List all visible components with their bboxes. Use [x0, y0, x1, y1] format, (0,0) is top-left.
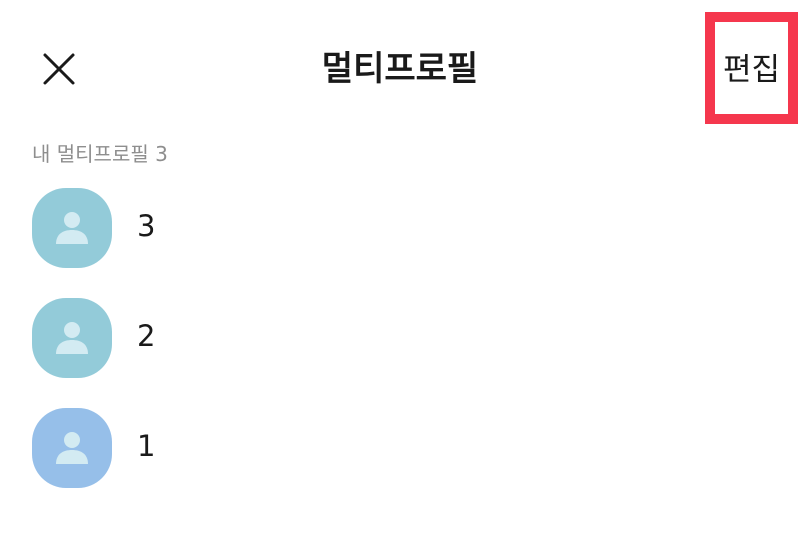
profile-name: 3	[137, 209, 156, 243]
avatar	[32, 188, 112, 268]
section-label: 내 멀티프로필 3	[32, 142, 168, 166]
avatar	[32, 408, 112, 488]
edit-button[interactable]: 편집	[705, 12, 798, 124]
page-title: 멀티프로필	[321, 49, 479, 89]
avatar	[32, 298, 112, 378]
profile-name: 2	[137, 319, 156, 353]
profile-list: 3 2 1	[0, 186, 800, 516]
top-bar: 멀티프로필 편집	[0, 0, 800, 132]
person-icon	[56, 322, 88, 354]
person-icon	[56, 432, 88, 464]
profile-item-1[interactable]: 1	[0, 406, 800, 516]
edit-button-label: 편집	[722, 51, 781, 88]
profile-item-3[interactable]: 3	[0, 186, 800, 296]
profile-item-2[interactable]: 2	[0, 296, 800, 406]
profile-name: 1	[137, 429, 156, 463]
person-icon	[56, 212, 88, 244]
